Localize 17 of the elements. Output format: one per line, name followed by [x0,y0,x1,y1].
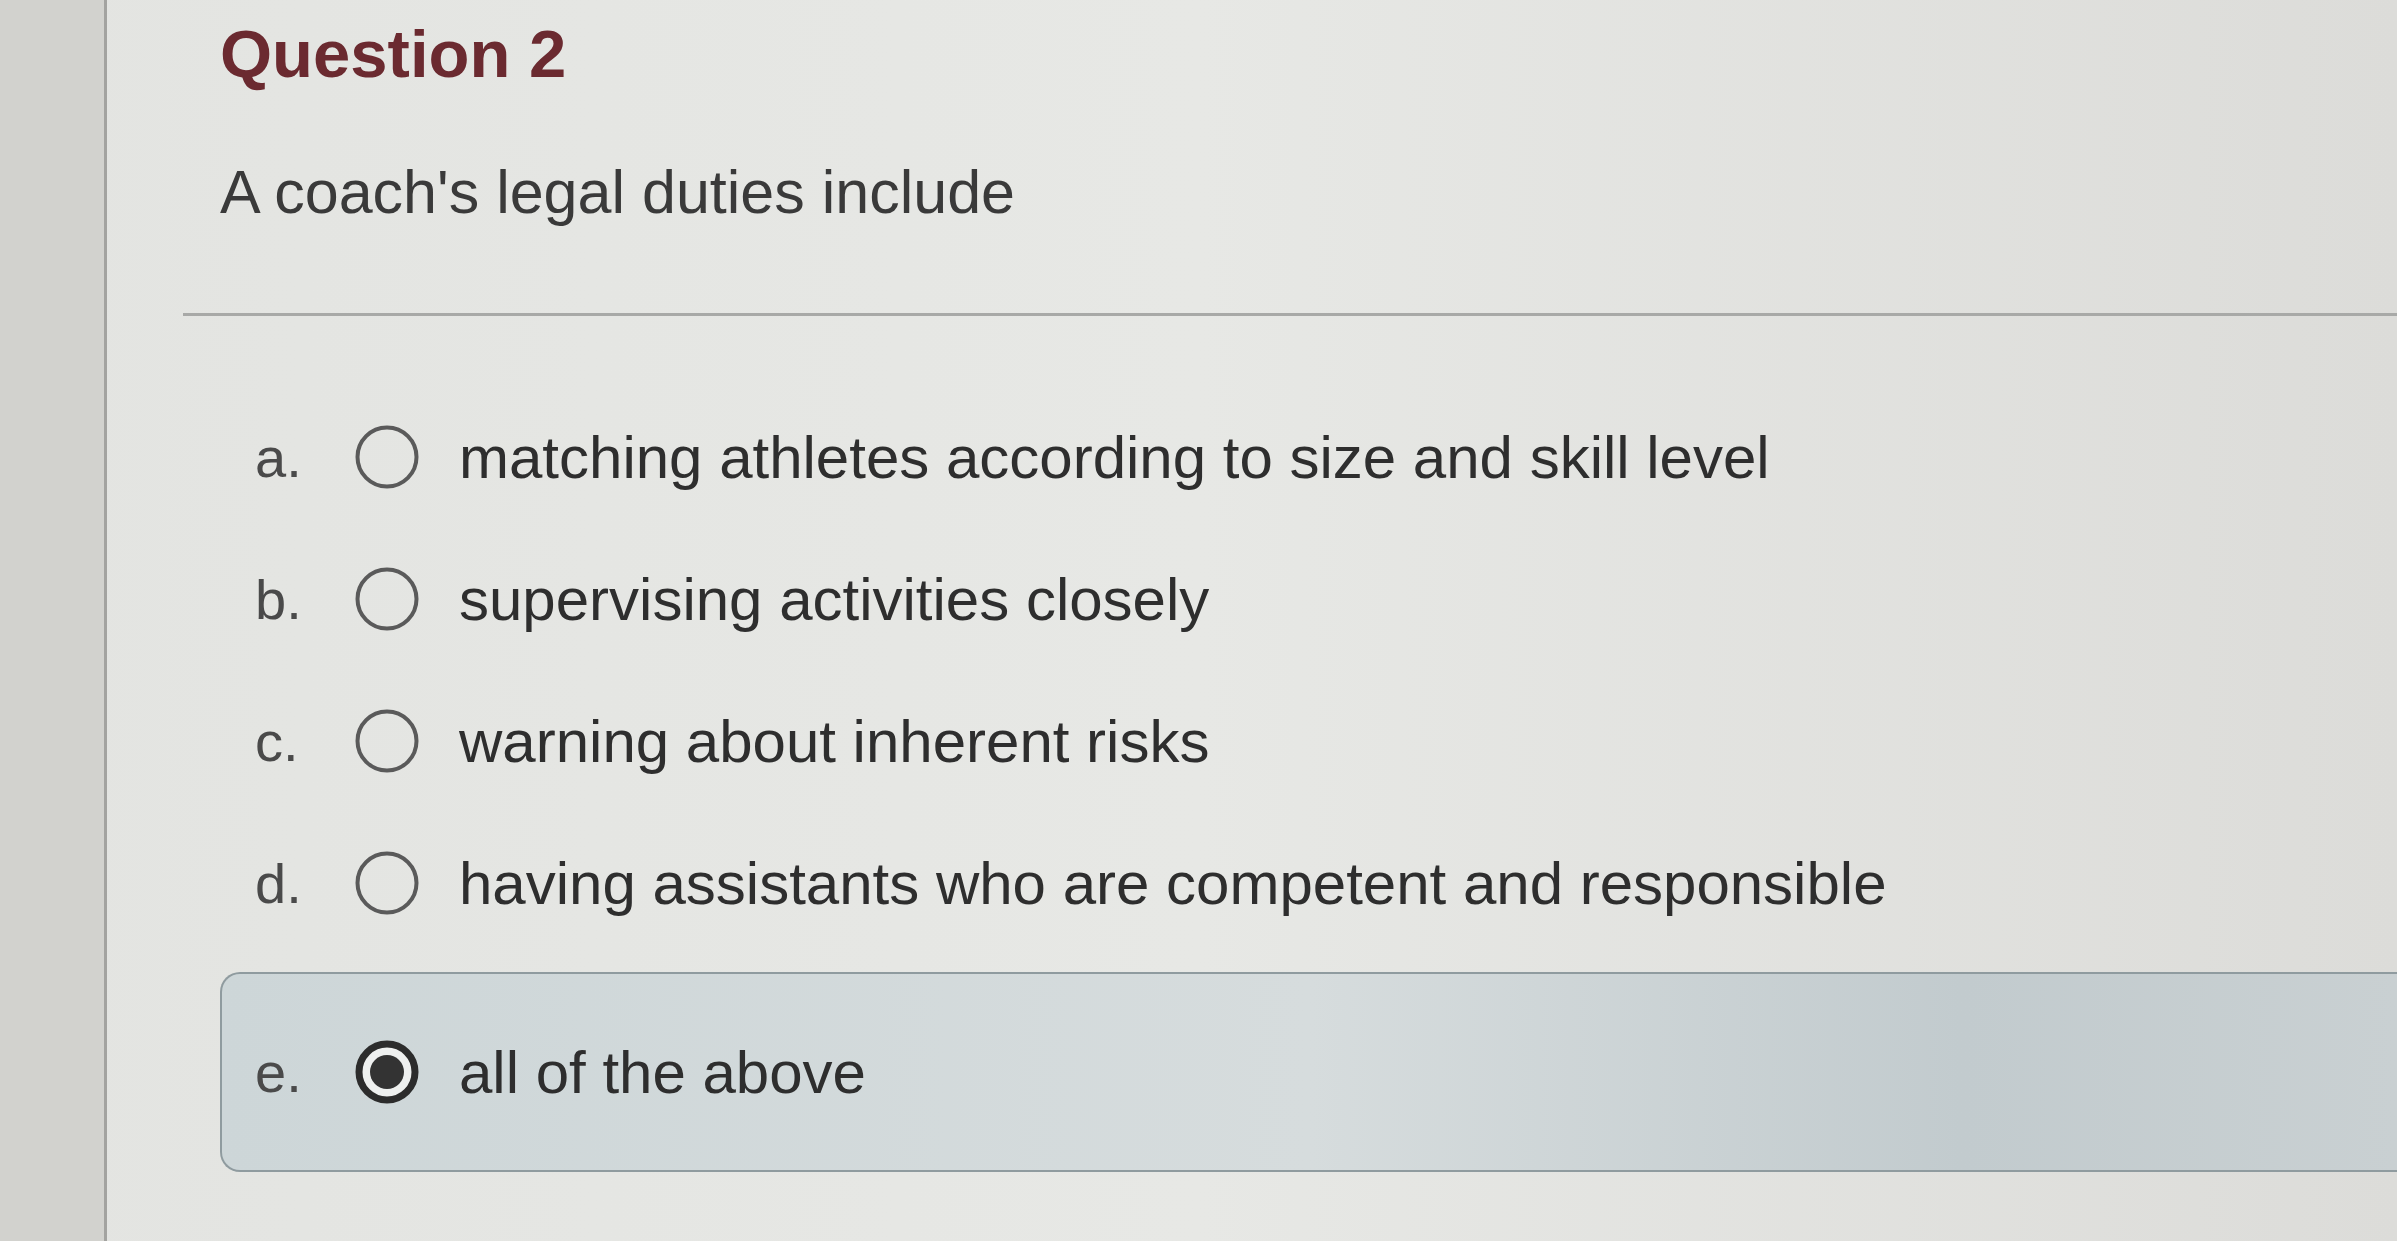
option-label: matching athletes according to size and skill level [459,422,1770,492]
option-letter: c. [255,708,300,774]
radio-button[interactable] [355,851,419,915]
option-label: supervising activities closely [459,564,1210,634]
option-letter: b. [255,566,303,632]
question-title: Question 2 [220,16,567,92]
option-letter: a. [255,424,303,490]
option-letter: e. [255,1039,303,1105]
option-label: having assistants who are competent and responsible [459,848,1887,918]
radio-button[interactable] [355,425,419,489]
radio-button[interactable] [355,709,419,773]
question-text: A coach's legal duties include [220,157,1015,228]
option-letter: d. [255,850,303,916]
option-label: all of the above [459,1037,866,1107]
option-label: warning about inherent risks [459,706,1210,776]
radio-button[interactable] [355,1040,419,1104]
radio-button[interactable] [355,567,419,631]
